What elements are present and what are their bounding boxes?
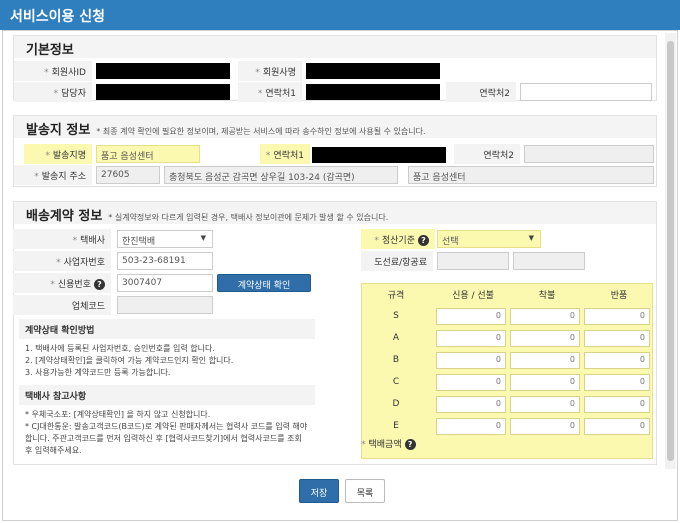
credit-help-icon[interactable]: ? [94, 279, 105, 290]
grid-cell[interactable]: 0 [436, 396, 506, 413]
company-code-label: 업체코드 [13, 295, 111, 315]
manager-label: 담당자 [61, 89, 86, 99]
grid-cell[interactable]: 0 [436, 352, 506, 369]
grid-cell[interactable]: 0 [510, 308, 580, 325]
guide-title: 계약상태 확인방법 [19, 319, 315, 339]
member-id-label: 회원사ID [51, 68, 86, 78]
island-fee-label: 도선료/항공료 [361, 251, 433, 271]
origin-contact2-input[interactable] [524, 145, 654, 163]
guide-line: 2. [계약상태확인]을 클릭하여 가능 계약코드인지 확인 합니다. [25, 356, 234, 365]
service-application-dialog: 기본정보 * 회원사ID * 회원사명 * 담당자 * 연락처1 연락처2 발송지 정보… [2, 30, 678, 521]
grid-header-cod: 착불 [538, 291, 556, 301]
dialog-title: 서비스이용 신청 [0, 0, 680, 30]
basic-info-section: 기본정보 * 회원사ID * 회원사명 * 담당자 * 연락처1 연락처2 [13, 35, 657, 102]
sender-name-input[interactable]: 품고 음성센터 [96, 145, 200, 163]
grid-cell[interactable]: 0 [510, 352, 580, 369]
reference-title: 택배사 참고사항 [19, 385, 315, 405]
reference-line: * CJ대한통운: 발송고객코드(B코드)로 계약된 판매자께서는 협력사 코드… [25, 422, 308, 455]
credit-input[interactable]: 3007407 [117, 274, 213, 292]
save-button[interactable]: 저장 [299, 479, 339, 503]
settle-label: 정산기준 [381, 236, 415, 246]
settle-caret-icon: ▼ [528, 234, 534, 242]
grid-size-label: A [392, 333, 400, 343]
grid-header-size: 규격 [387, 291, 405, 301]
origin-contact2-label: 연락처2 [454, 144, 520, 164]
grid-cell[interactable]: 0 [584, 352, 650, 369]
origin-contact1-redacted [312, 147, 446, 163]
zip-input[interactable]: 27605 [96, 166, 160, 184]
contact1-label: 연락처1 [265, 89, 296, 99]
grid-size-label: S [393, 311, 399, 321]
grid-header-return: 반품 [610, 291, 628, 301]
fee-help-icon[interactable]: ? [404, 439, 416, 450]
grid-cell[interactable]: 0 [436, 308, 506, 325]
grid-header-credit: 신용 / 선불 [452, 291, 494, 301]
company-code-input[interactable] [117, 296, 213, 314]
address-input[interactable]: 충청북도 음성군 감곡면 상우길 103-24 (감곡면) [164, 166, 398, 184]
scrollbar-thumb[interactable] [667, 41, 674, 461]
grid-size-label: C [392, 377, 400, 387]
grid-cell[interactable]: 0 [510, 374, 580, 391]
guide-list: 1. 택배사에 등록된 사업자번호, 승인번호를 입력 합니다. 2. [계약상… [19, 339, 315, 383]
grid-cell[interactable]: 0 [584, 374, 650, 391]
contact2-label: 연락처2 [446, 82, 516, 102]
settle-help-icon[interactable]: ? [418, 235, 429, 246]
member-name-redacted [306, 63, 440, 79]
reference-line: * 우체국소포: [계약상태확인] 을 하지 않고 신청합니다. [25, 410, 211, 419]
address-label: 발송지 주소 [41, 172, 86, 182]
origin-note: * 최종 계약 확인에 필요한 정보이며, 제공받는 서비스에 따라 송수하인 … [96, 127, 426, 136]
contact1-redacted [306, 84, 440, 100]
grid-cell[interactable]: 0 [510, 418, 580, 435]
check-contract-button[interactable]: 계약상태 확인 [217, 274, 311, 292]
grid-cell[interactable]: 0 [510, 330, 580, 347]
grid-cell[interactable]: 0 [436, 374, 506, 391]
grid-cell[interactable]: 0 [584, 330, 650, 347]
vertical-scrollbar[interactable] [665, 33, 676, 469]
fee-label: 택배금액 [368, 440, 402, 450]
grid-size-label: D [392, 399, 400, 409]
guide-line: 3. 사용가능한 계약코드만 등록 가능합니다. [25, 368, 171, 377]
basic-info-heading: 기본정보 [14, 36, 656, 58]
island-fee-input-1[interactable] [437, 252, 509, 270]
credit-label: 신용번호 [57, 280, 91, 290]
grid-cell[interactable]: 0 [584, 418, 650, 435]
reference-text: * 우체국소포: [계약상태확인] 을 하지 않고 신청합니다. * CJ대한통… [19, 405, 315, 461]
grid-cell[interactable]: 0 [436, 330, 506, 347]
grid-cell[interactable]: 0 [584, 308, 650, 325]
contract-heading: 배송계약 정보 [26, 209, 103, 224]
origin-heading: 발송지 정보 [26, 123, 91, 138]
grid-cell[interactable]: 0 [584, 396, 650, 413]
manager-redacted [96, 84, 230, 100]
list-button[interactable]: 목록 [345, 479, 385, 503]
contact2-input[interactable] [520, 83, 652, 101]
grid-cell[interactable]: 0 [436, 418, 506, 435]
grid-size-label: B [392, 355, 400, 365]
origin-section: 발송지 정보 * 최종 계약 확인에 필요한 정보이며, 제공받는 서비스에 따라… [13, 115, 657, 187]
member-name-label: 회원사명 [262, 68, 296, 78]
contract-note: * 실계약정보와 다르게 입력된 경우, 택배사 정보이관에 문제가 발생 할 … [108, 213, 389, 222]
settle-value: 선택 [442, 237, 459, 247]
address-detail-input[interactable]: 품고 음성센터 [408, 166, 654, 184]
dialog-content: 기본정보 * 회원사ID * 회원사명 * 담당자 * 연락처1 연락처2 발송지 정보… [13, 35, 661, 465]
grid-size-label: E [393, 421, 399, 431]
grid-cell[interactable]: 0 [510, 396, 580, 413]
settle-select[interactable]: 선택 ▼ [437, 230, 541, 248]
guide-line: 1. 택배사에 등록된 사업자번호, 승인번호를 입력 합니다. [25, 344, 215, 353]
guide-panel: 계약상태 확인방법 1. 택배사에 등록된 사업자번호, 승인번호를 입력 합니… [19, 319, 315, 465]
member-id-redacted [96, 63, 230, 79]
fee-grid: 규격 신용 / 선불 착불 반품 S 0 0 0 A 0 0 0 B 0 0 0… [361, 283, 653, 459]
island-fee-input-2[interactable] [513, 252, 585, 270]
sender-name-label: 발송지명 [52, 151, 86, 161]
origin-contact1-label: 연락처1 [273, 151, 304, 161]
